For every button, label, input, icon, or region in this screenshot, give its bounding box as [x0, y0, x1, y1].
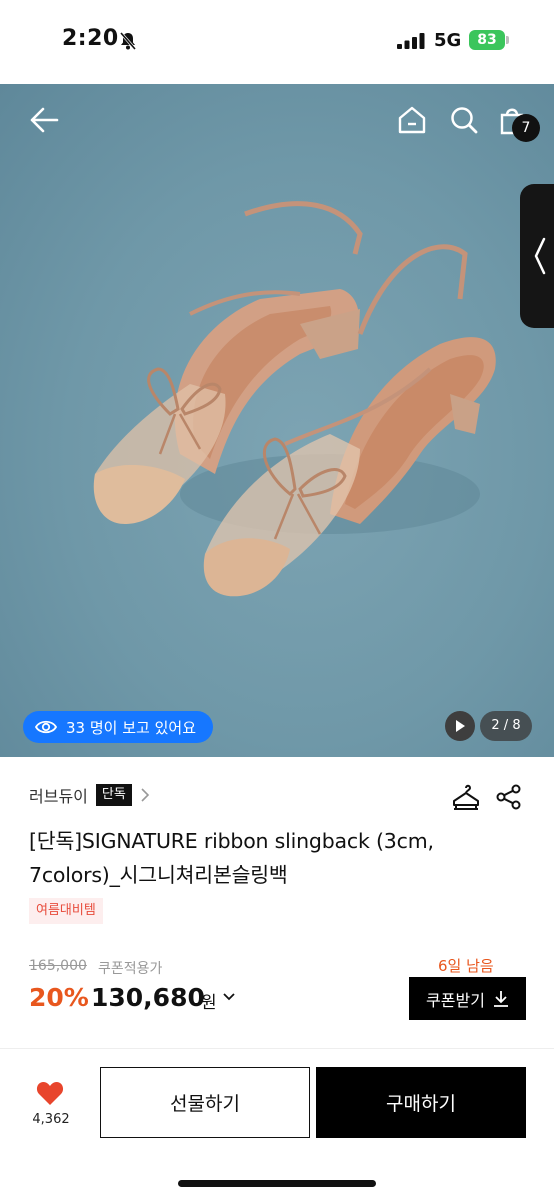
- live-viewers-badge: 33 명이 보고 있어요: [23, 711, 213, 743]
- product-image-gallery[interactable]: 7 33 명이 보고 있어요 2 / 8: [0, 84, 554, 757]
- image-page-indicator: 2 / 8: [480, 711, 532, 741]
- get-coupon-button[interactable]: 쿠폰받기: [409, 977, 526, 1020]
- status-time: 2:20: [62, 26, 119, 51]
- home-indicator: [178, 1180, 376, 1187]
- discount-rate: 20%: [29, 983, 89, 1012]
- sale-price: 130,680: [91, 983, 205, 1012]
- promo-tag: 여름대비템: [29, 898, 103, 924]
- status-bar: 2:20 5G 83: [0, 0, 554, 84]
- cart-count-badge: 7: [512, 114, 540, 142]
- chevron-down-icon[interactable]: [222, 992, 236, 1002]
- viewers-text: 33 명이 보고 있어요: [66, 718, 196, 737]
- price-unit: 원: [201, 993, 217, 1013]
- product-title: [단독]SIGNATURE ribbon slingback (3cm, 7co…: [29, 824, 529, 892]
- days-left-label: 6일 남음: [438, 957, 494, 975]
- home-icon: [398, 106, 426, 134]
- battery-level: 83: [469, 30, 505, 50]
- search-button[interactable]: [442, 98, 486, 142]
- exclusive-tag: 단독: [95, 784, 132, 806]
- signal-icon: [397, 33, 425, 49]
- like-count: 4,362: [32, 1112, 70, 1127]
- home-button[interactable]: [390, 98, 434, 142]
- chevron-left-icon: [534, 237, 546, 275]
- divider: [0, 1048, 554, 1049]
- network-label: 5G: [434, 30, 462, 51]
- product-title-line-2: 7colors)_시그니쳐리본슬링백: [29, 863, 288, 887]
- brand-link[interactable]: 러브듀이 단독: [29, 782, 150, 808]
- bell-mute-icon: [119, 32, 137, 50]
- product-photo: [93, 201, 496, 597]
- download-icon: [493, 990, 508, 1007]
- get-coupon-label: 쿠폰받기: [426, 990, 485, 1010]
- back-arrow-icon: [30, 107, 59, 133]
- search-icon: [451, 107, 478, 134]
- back-button[interactable]: [22, 98, 66, 142]
- product-title-line-1: [단독]SIGNATURE ribbon slingback (3cm,: [29, 829, 434, 853]
- chevron-right-icon: [141, 788, 149, 802]
- side-drawer-tab[interactable]: [520, 184, 554, 328]
- play-icon: [456, 720, 465, 732]
- buy-button-label: 구매하기: [386, 1093, 456, 1115]
- coupon-price-label: 쿠폰적용가: [98, 961, 163, 977]
- buy-button[interactable]: 구매하기: [316, 1067, 526, 1138]
- battery-cap: [506, 36, 509, 44]
- original-price: 165,000: [29, 958, 87, 974]
- wishlist-hanger-icon[interactable]: [451, 782, 481, 812]
- heart-icon[interactable]: [36, 1080, 64, 1106]
- gift-button[interactable]: 선물하기: [100, 1067, 310, 1138]
- play-video-button[interactable]: [445, 711, 475, 741]
- share-icon[interactable]: [495, 783, 523, 811]
- brand-name: 러브듀이: [29, 787, 88, 806]
- gift-button-label: 선물하기: [170, 1093, 240, 1115]
- eye-icon: [35, 720, 57, 734]
